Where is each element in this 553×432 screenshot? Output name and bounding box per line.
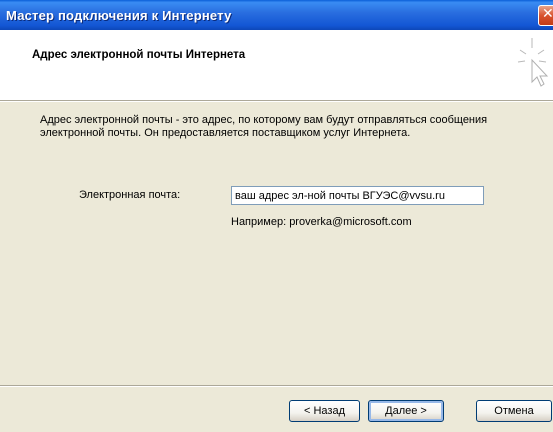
window-title: Мастер подключения к Интернету	[6, 8, 232, 23]
close-button[interactable]: ✕	[538, 5, 553, 26]
email-input[interactable]	[231, 186, 484, 205]
page-heading: Адрес электронной почты Интернета	[32, 49, 246, 61]
wizard-window: Мастер подключения к Интернету ✕ Адрес э…	[0, 0, 553, 432]
footer-divider	[0, 385, 553, 387]
back-button[interactable]: < Назад	[289, 400, 360, 422]
wizard-cursor-icon	[517, 38, 549, 87]
wizard-header: Адрес электронной почты Интернета	[0, 30, 553, 100]
email-example: Например: proverka@microsoft.com	[231, 216, 412, 228]
description-text: Адрес электронной почты - это адрес, по …	[40, 114, 488, 139]
close-icon: ✕	[542, 6, 553, 22]
title-bar[interactable]: Мастер подключения к Интернету ✕	[0, 0, 553, 30]
cancel-button[interactable]: Отмена	[476, 400, 552, 422]
header-divider	[0, 100, 553, 102]
next-button[interactable]: Далее >	[368, 400, 444, 422]
email-label: Электронная почта:	[79, 189, 181, 201]
